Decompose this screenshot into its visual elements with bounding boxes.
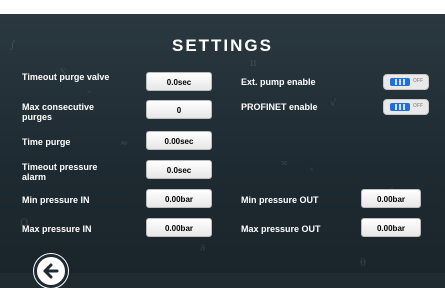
label-timeout-pressure-alarm: Timeout pressure alarm bbox=[22, 162, 98, 182]
arrow-left-icon bbox=[43, 263, 59, 279]
label-max-consecutive-purges: Max consecutive purges bbox=[22, 102, 95, 122]
toggle-handle bbox=[390, 78, 410, 86]
max-pressure-out-field[interactable]: 0.00bar bbox=[361, 218, 421, 237]
label-min-pressure-in: Min pressure IN bbox=[22, 195, 90, 205]
label-profinet-enable: PROFINET enable bbox=[241, 102, 318, 112]
label-time-purge: Time purge bbox=[22, 137, 71, 147]
profinet-enable-toggle[interactable]: OFF bbox=[383, 99, 429, 115]
label-timeout-purge-valve: Timeout purge valve bbox=[22, 72, 110, 82]
toggle-state: OFF bbox=[413, 103, 423, 109]
label-ext-pump-enable: Ext. pump enable bbox=[241, 77, 316, 87]
toggle-state: OFF bbox=[413, 78, 423, 84]
timeout-pressure-alarm-field[interactable]: 0.0sec bbox=[146, 160, 212, 179]
max-consecutive-purges-field[interactable]: 0 bbox=[146, 100, 212, 119]
settings-panel: ∫ ∑ π √ ≈ ∞ λ Ω ∂ θ SETTINGS Timeout pur… bbox=[0, 0, 445, 288]
label-max-pressure-out: Max pressure OUT bbox=[241, 224, 321, 234]
ext-pump-enable-toggle[interactable]: OFF bbox=[383, 74, 429, 90]
timeout-purge-valve-field[interactable]: 0.0sec bbox=[146, 72, 212, 91]
min-pressure-in-field[interactable]: 0.00bar bbox=[146, 189, 212, 208]
chalkboard-background: ∫ ∑ π √ ≈ ∞ λ Ω ∂ θ bbox=[10, 40, 396, 269]
back-button[interactable] bbox=[34, 254, 68, 288]
time-purge-field[interactable]: 0.00sec bbox=[146, 131, 212, 150]
toggle-handle bbox=[390, 103, 410, 111]
page-title: SETTINGS bbox=[171, 36, 273, 55]
label-max-pressure-in: Max pressure IN bbox=[22, 224, 92, 234]
max-pressure-in-field[interactable]: 0.00bar bbox=[146, 218, 212, 237]
min-pressure-out-field[interactable]: 0.00bar bbox=[361, 189, 421, 208]
label-min-pressure-out: Min pressure OUT bbox=[241, 195, 319, 205]
